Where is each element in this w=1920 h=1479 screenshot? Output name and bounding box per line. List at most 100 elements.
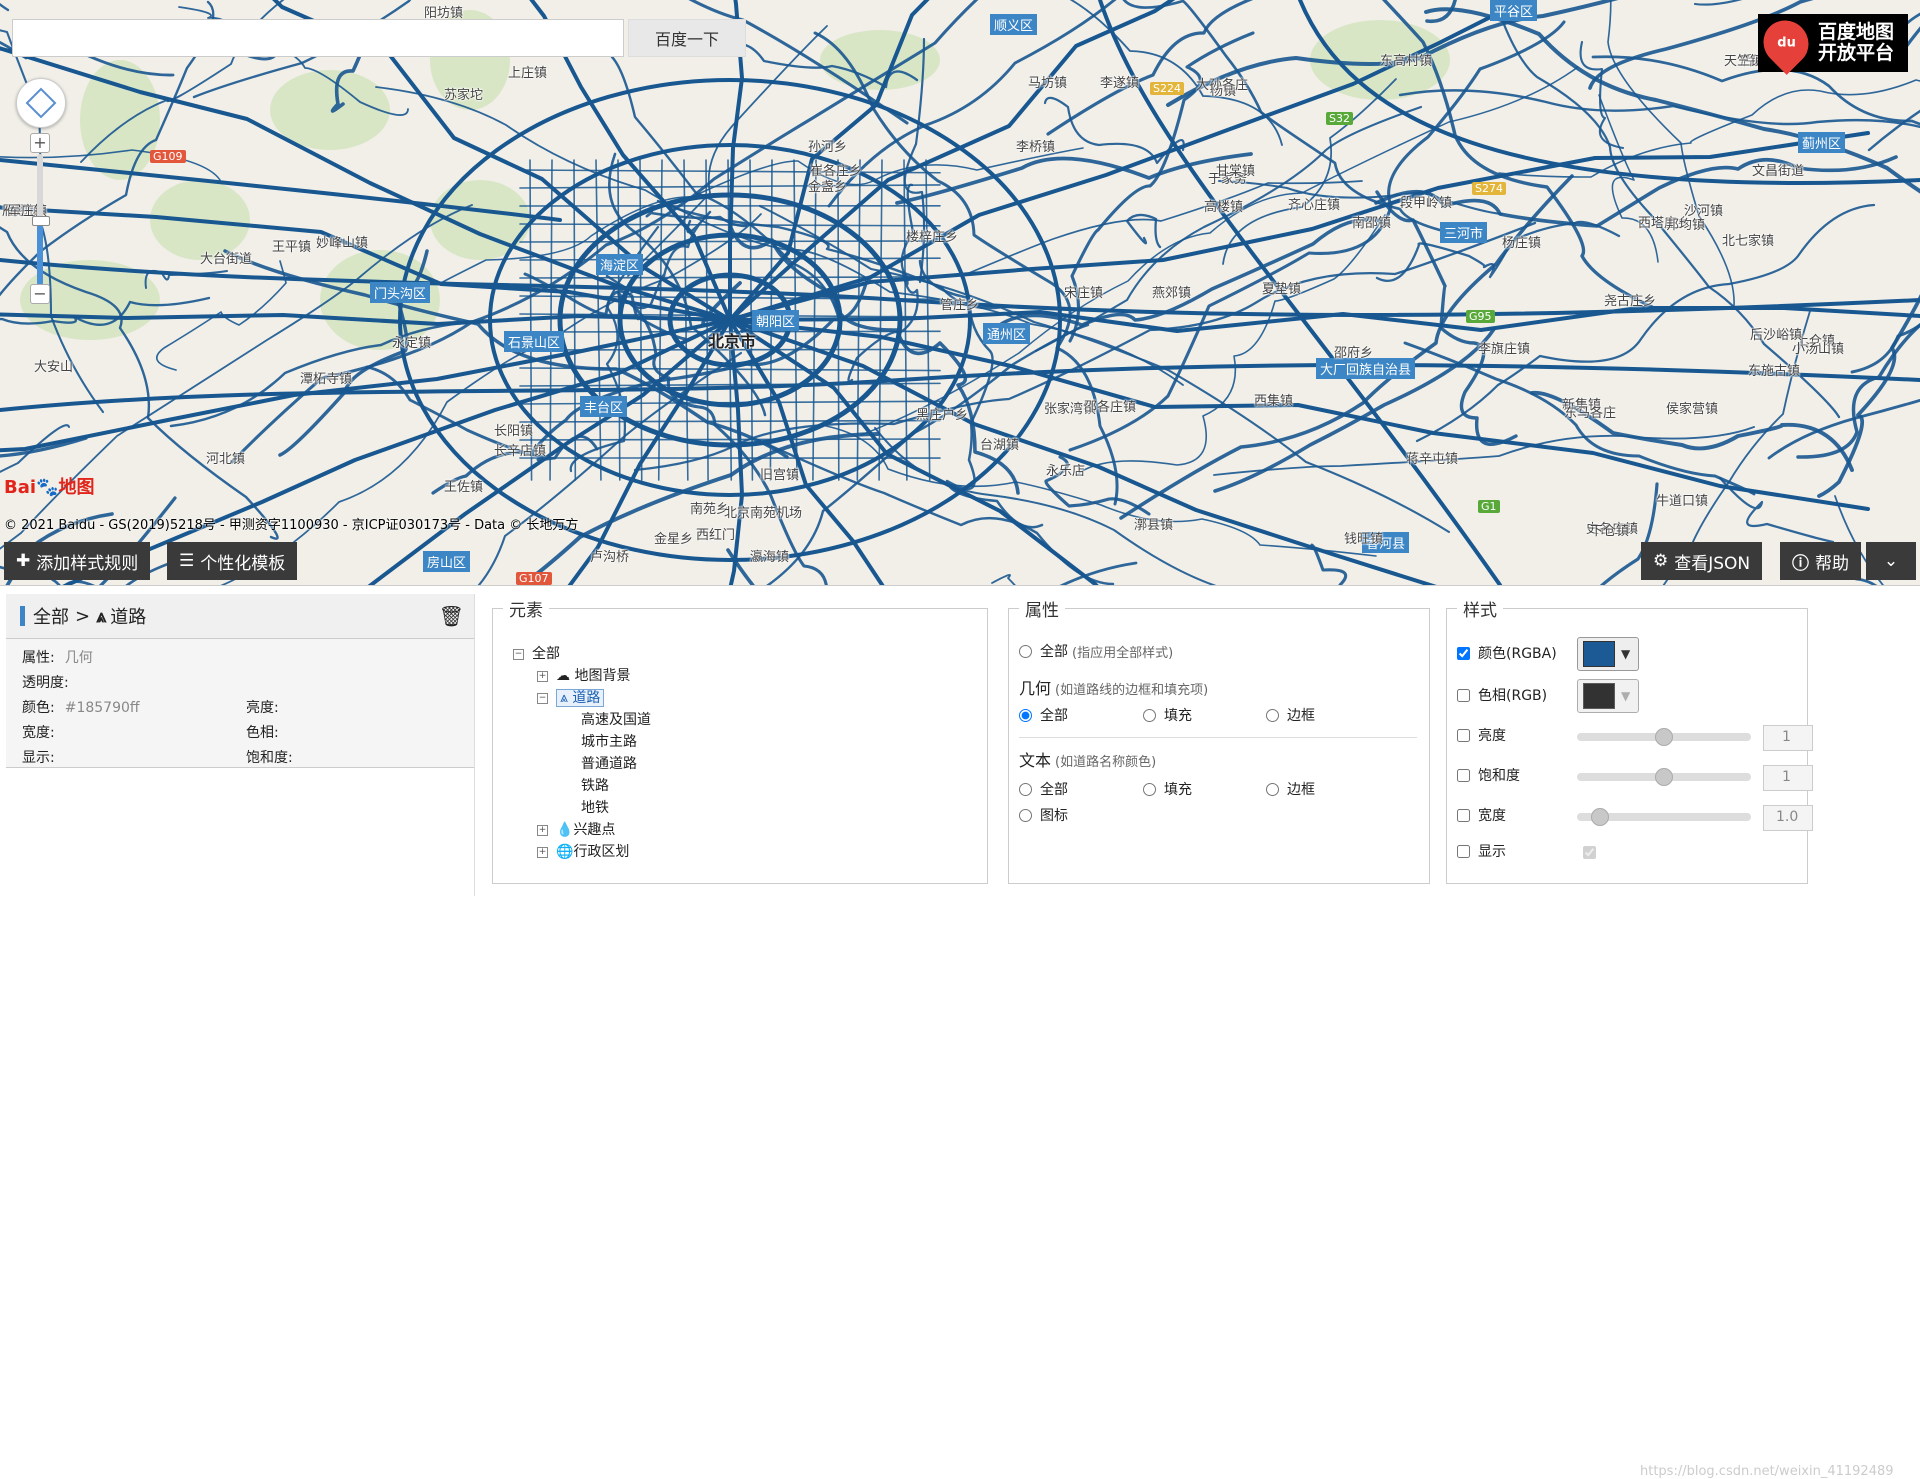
town-label: 甘棠镇 bbox=[1216, 164, 1256, 179]
attr-value: 几何 bbox=[64, 650, 93, 666]
town-label: 文昌街道 bbox=[1752, 164, 1805, 179]
paw-icon: 🐾 bbox=[36, 477, 59, 498]
slider-knob[interactable] bbox=[1655, 768, 1673, 786]
road-shield-s32: S32 bbox=[1326, 112, 1353, 125]
saturation-value[interactable]: 1 bbox=[1763, 765, 1813, 791]
zoom-out-button[interactable]: − bbox=[30, 284, 50, 304]
plus-icon: ✚ bbox=[16, 551, 31, 571]
tree-item-normal-road[interactable]: 普通道路 bbox=[581, 753, 637, 773]
width-value[interactable]: 1.0 bbox=[1763, 805, 1813, 831]
text-all-radio[interactable]: 全部 bbox=[1019, 779, 1068, 799]
style-editor-panel: 全部 > ⩓ 道路 🗑 属性: 几何 透明度: 颜色: #185790ff 亮度: … bbox=[0, 585, 1920, 1479]
road-shield-g107: G107 bbox=[516, 572, 552, 585]
hue-checkbox[interactable]: 色相(RGB) bbox=[1457, 685, 1547, 705]
road-icon: ⩓ bbox=[560, 690, 573, 706]
icon-radio[interactable]: 图标 bbox=[1019, 805, 1068, 825]
tree-item-road[interactable]: − ⩓ 道路 bbox=[537, 687, 605, 707]
zoom-slider-handle[interactable] bbox=[32, 216, 50, 226]
town-label: 李遂镇 bbox=[1100, 76, 1140, 91]
slider-knob[interactable] bbox=[1591, 808, 1609, 826]
map-canvas[interactable]: 北京市 顺义区 平谷区 海淀区 门头沟区 石景山区 朝阳区 通州区 三河市 丰台区 大厂回族自治县… bbox=[0, 0, 1920, 585]
town-label: 大安山 bbox=[34, 360, 74, 375]
town-label: 高楼镇 bbox=[1204, 200, 1244, 215]
width-checkbox[interactable]: 宽度 bbox=[1457, 805, 1506, 825]
tree-root[interactable]: − 全部 bbox=[513, 643, 560, 663]
town-label: 杨庄镇 bbox=[1502, 236, 1542, 251]
town-label: 瀛海镇 bbox=[750, 550, 790, 565]
brightness-value[interactable]: 1 bbox=[1763, 725, 1813, 751]
collapse-panel-button[interactable]: ⌄ bbox=[1866, 542, 1916, 580]
help-button[interactable]: ⓘ 帮助 bbox=[1780, 542, 1861, 580]
road-shield-s224: S224 bbox=[1150, 82, 1184, 95]
zoom-in-button[interactable]: + bbox=[30, 133, 50, 153]
brightness-slider[interactable] bbox=[1577, 728, 1751, 746]
hue-picker[interactable]: ▼ bbox=[1577, 679, 1639, 713]
tree-item-map-background[interactable]: + ☁ 地图背景 bbox=[537, 665, 630, 685]
dropdown-arrow-icon: ▼ bbox=[1621, 647, 1631, 661]
town-label: 燕郊镇 bbox=[1152, 286, 1192, 301]
add-style-rule-button[interactable]: ✚ 添加样式规则 bbox=[4, 542, 151, 580]
saturation-checkbox[interactable]: 饱和度 bbox=[1457, 765, 1520, 785]
gear-icon: ⚙ bbox=[1653, 551, 1669, 571]
drop-icon: 💧 bbox=[556, 822, 574, 838]
town-label: 长阳镇 bbox=[494, 424, 534, 439]
tree-item-railway[interactable]: 铁路 bbox=[581, 775, 609, 795]
text-border-radio[interactable]: 边框 bbox=[1266, 779, 1315, 799]
hue-swatch bbox=[1583, 683, 1615, 709]
town-label: 齐心庄镇 bbox=[1288, 198, 1341, 213]
town-label: 台湖镇 bbox=[980, 438, 1020, 453]
city-label: 北京市 bbox=[708, 332, 757, 351]
town-label: 南邵镇 bbox=[1352, 216, 1392, 231]
csdn-watermark: https://blog.csdn.net/weixin_41192489 bbox=[1640, 1464, 1894, 1479]
town-label: 西集镇 bbox=[1254, 394, 1294, 409]
geometry-fill-radio[interactable]: 填充 bbox=[1143, 705, 1192, 725]
road-shield-g1: G1 bbox=[1478, 500, 1500, 513]
district-label: 通州区 bbox=[983, 323, 1031, 344]
personal-template-button[interactable]: ☰ 个性化模板 bbox=[167, 542, 298, 580]
town-label: 钱旺镇 bbox=[1344, 532, 1384, 547]
tree-item-subway[interactable]: 地铁 bbox=[581, 797, 609, 817]
district-label: 丰台区 bbox=[580, 396, 628, 417]
town-label: 苏家坨 bbox=[444, 88, 484, 103]
display-toggle[interactable] bbox=[1583, 846, 1596, 859]
town-label: 管庄乡 bbox=[940, 298, 980, 313]
town-label: 李桥镇 bbox=[1016, 140, 1056, 155]
district-label: 顺义区 bbox=[990, 14, 1038, 35]
tree-item-poi[interactable]: + 💧兴趣点 bbox=[537, 819, 615, 839]
town-label: 宋庄镇 bbox=[1064, 286, 1104, 301]
town-label: 侯家营镇 bbox=[1666, 402, 1719, 417]
town-label: 妙峰山镇 bbox=[316, 236, 369, 251]
saturation-slider[interactable] bbox=[1577, 768, 1751, 786]
display-checkbox[interactable]: 显示 bbox=[1457, 841, 1506, 861]
district-label: 朝阳区 bbox=[752, 310, 800, 331]
search-button[interactable]: 百度一下 bbox=[628, 19, 746, 57]
town-label: 漷县镇 bbox=[1134, 518, 1174, 533]
brightness-checkbox[interactable]: 亮度 bbox=[1457, 725, 1506, 745]
elements-fieldset: 元素 − 全部 + ☁ 地图背景 − ⩓ 道路 高速及国道 城市主路 普通道路 铁路 … bbox=[492, 596, 988, 884]
slider-knob[interactable] bbox=[1655, 728, 1673, 746]
town-label: 尧古庄乡 bbox=[1604, 294, 1657, 309]
view-json-button[interactable]: ⚙ 查看JSON bbox=[1641, 542, 1763, 580]
rule-breadcrumb[interactable]: 全部 > ⩓ 道路 🗑 bbox=[6, 594, 474, 639]
search-input[interactable] bbox=[12, 19, 624, 57]
rule-properties: 属性: 几何 透明度: 颜色: #185790ff 亮度: 宽度: 色相: 显示: … bbox=[6, 639, 474, 768]
district-label: 蓟州区 bbox=[1798, 132, 1846, 153]
text-section-title: 文本 (如道路名称颜色) bbox=[1019, 751, 1157, 770]
tree-item-highway[interactable]: 高速及国道 bbox=[581, 709, 651, 729]
town-label: 金盏乡 bbox=[808, 180, 848, 195]
tree-item-admin-area[interactable]: + 🌐行政区划 bbox=[537, 841, 629, 861]
color-picker[interactable]: ▼ bbox=[1577, 637, 1639, 671]
prop-all-radio[interactable]: 全部 (指应用全部样式) bbox=[1019, 641, 1173, 661]
text-fill-radio[interactable]: 填充 bbox=[1143, 779, 1192, 799]
dropdown-arrow-icon: ▼ bbox=[1621, 689, 1631, 703]
geometry-all-radio[interactable]: 全部 bbox=[1019, 705, 1068, 725]
geometry-border-radio[interactable]: 边框 bbox=[1266, 705, 1315, 725]
width-slider[interactable] bbox=[1577, 808, 1751, 826]
color-checkbox[interactable]: 颜色(RGBA) bbox=[1457, 643, 1557, 663]
road-shield-s274: S274 bbox=[1472, 182, 1506, 195]
tree-item-city-main-road[interactable]: 城市主路 bbox=[581, 731, 637, 751]
town-label: 永乐店 bbox=[1046, 464, 1086, 479]
divider bbox=[1019, 737, 1417, 738]
pan-control[interactable] bbox=[16, 78, 66, 128]
trash-icon[interactable]: 🗑 bbox=[439, 604, 464, 628]
